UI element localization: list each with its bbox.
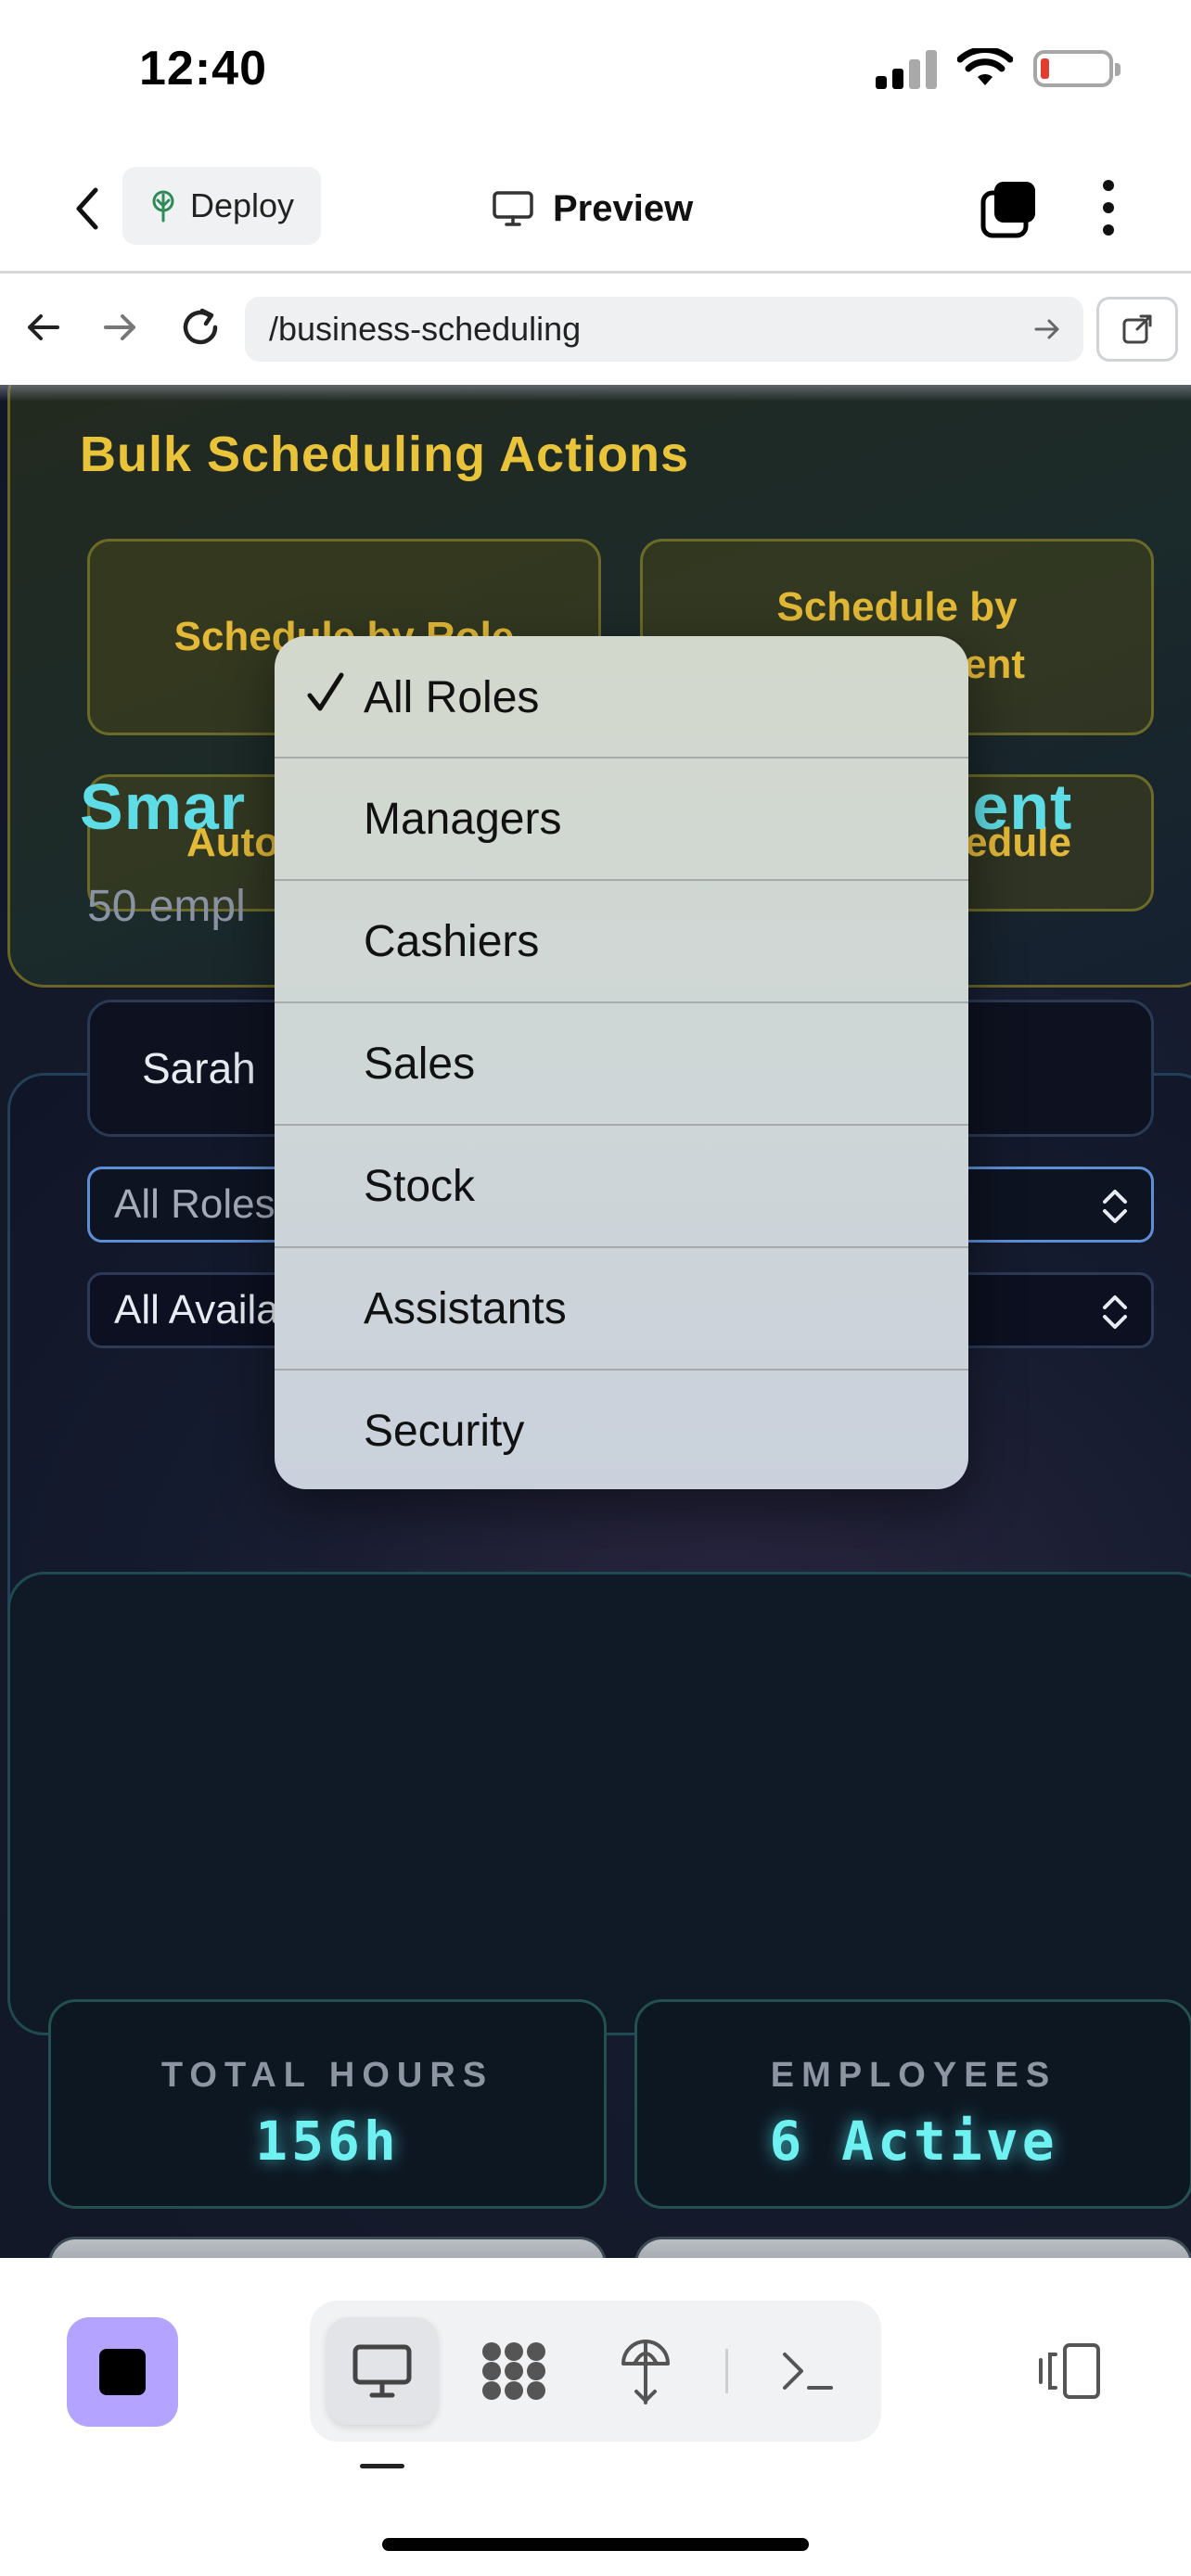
dropdown-option-managers[interactable]: Managers [275, 757, 968, 879]
deploy-view-button[interactable] [590, 2317, 701, 2425]
schedule-by-department-label: Schedule by [776, 584, 1018, 630]
stat-label: TOTAL HOURS [160, 2056, 494, 2095]
dropdown-option-cashiers[interactable]: Cashiers [275, 879, 968, 1001]
terminal-button[interactable] [751, 2317, 863, 2425]
cellular-signal-icon [876, 48, 937, 89]
terminal-icon [783, 2353, 833, 2390]
dropdown-option-all-roles[interactable]: All Roles [275, 636, 968, 759]
go-arrow-icon[interactable] [1031, 313, 1063, 345]
dropdown-option-security[interactable]: Security [275, 1369, 968, 1489]
dropdown-option-label: Stock [364, 1161, 476, 1211]
content-top-shadow [0, 385, 1191, 402]
stop-icon [99, 2349, 146, 2395]
stat-employees: EMPLOYEES 6 Active [634, 1999, 1191, 2209]
tabs-button[interactable] [978, 172, 1043, 243]
arrow-left-icon [28, 314, 59, 340]
dropdown-option-label: Cashiers [364, 916, 540, 966]
back-button[interactable] [59, 176, 115, 241]
battery-icon [1033, 50, 1121, 87]
wifi-icon [957, 48, 1013, 85]
monitor-icon [352, 2344, 412, 2398]
grid-icon [482, 2342, 545, 2400]
dropdown-option-label: Assistants [364, 1283, 567, 1333]
updown-chevron-icon [1103, 1295, 1127, 1329]
active-tab-indicator [360, 2464, 404, 2468]
antenna-icon [621, 2340, 670, 2404]
roles-dropdown-menu: All Roles Managers Cashiers Sales Stock … [275, 636, 968, 1489]
view-mode-group [310, 2301, 881, 2442]
stop-button[interactable] [67, 2317, 178, 2427]
reload-button[interactable] [178, 305, 223, 354]
status-time: 12:40 [139, 42, 267, 96]
stat-total-hours: TOTAL HOURS 156h [48, 1999, 607, 2209]
updown-chevron-icon [1103, 1190, 1127, 1223]
smart-title-start: Smar [80, 771, 247, 843]
reload-icon [183, 308, 218, 345]
browser-back-button[interactable] [22, 307, 63, 352]
deploy-button[interactable]: Deploy [122, 167, 321, 245]
browser-forward-button[interactable] [100, 307, 141, 352]
desktop-view-button[interactable] [327, 2317, 438, 2425]
deploy-label: Deploy [189, 186, 295, 224]
more-options-button[interactable] [1085, 172, 1132, 243]
external-link-icon [1122, 314, 1152, 344]
device-toggle-button[interactable] [1030, 2332, 1108, 2410]
checkmark-icon [307, 672, 344, 711]
components-button[interactable] [458, 2317, 570, 2425]
deploy-icon [152, 190, 174, 223]
stat-value: 156h [255, 2110, 400, 2173]
stats-card [7, 1572, 1191, 2035]
dropdown-option-label: Managers [364, 794, 562, 844]
search-value: Sarah [142, 1044, 256, 1092]
roles-select-value: All Roles [114, 1181, 275, 1227]
app-header: Deploy Preview [0, 148, 1191, 274]
dropdown-option-label: Security [364, 1406, 525, 1456]
preview-title: Preview [492, 176, 693, 241]
browser-bar: /business-scheduling [0, 274, 1191, 385]
bottom-toolbar [0, 2258, 1191, 2576]
monitor-icon [493, 191, 533, 226]
url-field[interactable]: /business-scheduling [245, 297, 1083, 362]
home-indicator [382, 2538, 809, 2551]
tabs-icon [980, 182, 1035, 238]
dropdown-option-stock[interactable]: Stock [275, 1124, 968, 1246]
more-vertical-icon [1103, 180, 1114, 236]
arrow-right-icon [104, 314, 135, 340]
dropdown-option-label: All Roles [364, 672, 540, 722]
dropdown-option-assistants[interactable]: Assistants [275, 1246, 968, 1369]
preview-title-text: Preview [553, 187, 694, 229]
open-external-button[interactable] [1096, 297, 1178, 362]
dropdown-option-sales[interactable]: Sales [275, 1001, 968, 1124]
url-text: /business-scheduling [269, 310, 582, 348]
back-chevron-icon [76, 187, 98, 230]
device-toggle-icon [1039, 2343, 1100, 2399]
stat-label: EMPLOYEES [770, 2056, 1057, 2095]
dropdown-option-label: Sales [364, 1039, 476, 1089]
employee-count-subtitle: 50 empl [87, 882, 246, 931]
stat-value: 6 Active [769, 2110, 1058, 2173]
bulk-actions-title: Bulk Scheduling Actions [80, 427, 690, 482]
toolbar-divider [725, 2349, 728, 2393]
status-icons [876, 48, 1121, 89]
